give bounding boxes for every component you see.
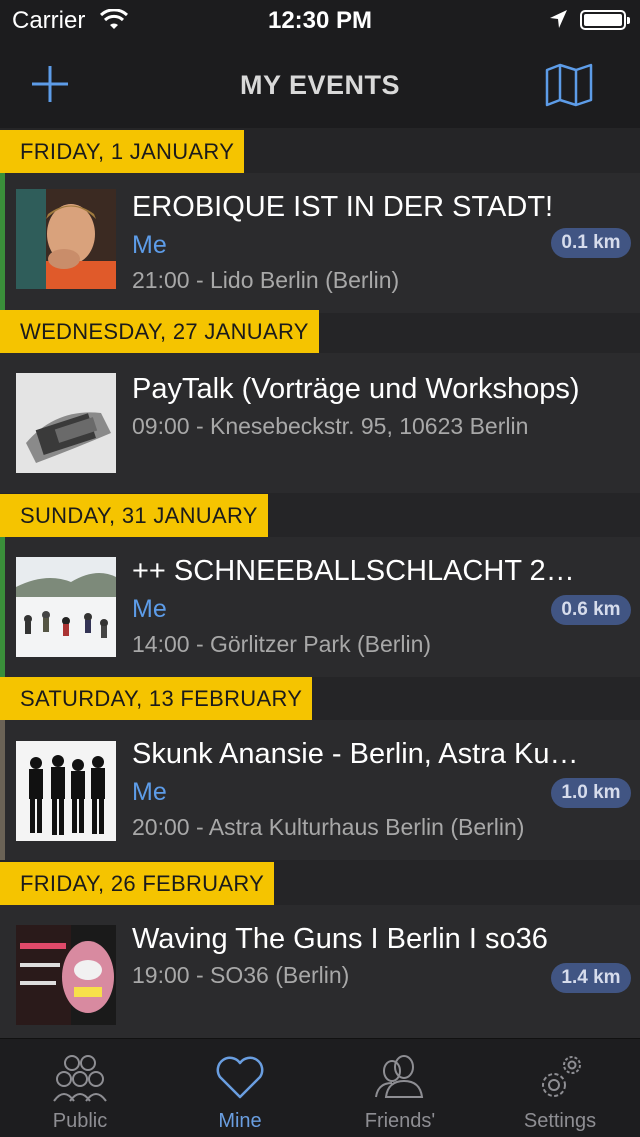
friends-icon	[370, 1051, 430, 1103]
event-thumbnail	[16, 373, 116, 473]
event-thumbnail	[16, 925, 116, 1025]
events-list[interactable]: FRIDAY, 1 JANUARY EROBIQUE IST IN DER ST…	[0, 128, 640, 1038]
event-host: Me	[132, 778, 167, 806]
event-time-location: 09:00 - Knesebeckstr. 95, 10623 Berlin	[132, 413, 529, 439]
heart-icon	[210, 1051, 270, 1103]
map-icon[interactable]	[544, 62, 594, 108]
distance-badge: 0.6 km	[551, 595, 631, 625]
tab-label: Mine	[218, 1110, 262, 1132]
status-time: 12:30 PM	[267, 7, 373, 34]
list-item[interactable]: Skunk Anansie - Berlin, Astra Kulturh...…	[0, 720, 640, 860]
accent-bar	[0, 173, 5, 313]
list-item[interactable]: ++ SCHNEEBALLSCHLACHT 2016 ++ Me 14:00 -…	[0, 537, 640, 677]
event-time-location: 14:00 - Görlitzer Park (Berlin)	[132, 631, 432, 657]
tab-bar: Public Mine Friends' Settings	[0, 1038, 640, 1137]
tab-mine[interactable]: Mine	[160, 1039, 320, 1137]
date-header: FRIDAY, 1 JANUARY	[0, 130, 245, 173]
list-item[interactable]: Waving The Guns I Berlin I so36 19:00 - …	[0, 905, 640, 1038]
date-header: FRIDAY, 26 FEBRUARY	[0, 862, 275, 905]
event-host: Me	[132, 231, 167, 259]
tab-friends[interactable]: Friends'	[320, 1039, 480, 1137]
distance-badge: 0.1 km	[551, 228, 631, 258]
tab-public[interactable]: Public	[0, 1039, 160, 1137]
event-host: Me	[132, 595, 167, 623]
status-bar: Carrier 12:30 PM	[0, 0, 640, 40]
tab-settings[interactable]: Settings	[480, 1039, 640, 1137]
event-title: ++ SCHNEEBALLSCHLACHT 2016 ++	[132, 555, 580, 587]
distance-badge: 1.4 km	[551, 963, 631, 993]
tab-label: Public	[52, 1110, 108, 1132]
event-thumbnail	[16, 189, 116, 289]
group-icon	[50, 1051, 110, 1103]
distance-badge: 1.0 km	[551, 778, 631, 808]
accent-bar	[0, 720, 5, 860]
tab-label: Settings	[523, 1110, 597, 1132]
nav-bar: MY EVENTS	[0, 40, 640, 128]
list-item[interactable]: PayTalk (Vorträge und Workshops) 09:00 -…	[0, 353, 640, 493]
location-arrow-icon	[548, 9, 568, 38]
list-item[interactable]: EROBIQUE IST IN DER STADT! Me 21:00 - Li…	[0, 173, 640, 313]
date-header: SATURDAY, 13 FEBRUARY	[0, 677, 313, 720]
tab-label: Friends'	[364, 1110, 436, 1132]
date-header: WEDNESDAY, 27 JANUARY	[0, 310, 319, 353]
event-time-location: 20:00 - Astra Kulturhaus Berlin (Berlin)	[132, 814, 525, 840]
event-title: Skunk Anansie - Berlin, Astra Kulturh...	[132, 738, 580, 770]
accent-bar	[0, 537, 5, 677]
event-time-location: 19:00 - SO36 (Berlin)	[132, 962, 350, 988]
event-title: EROBIQUE IST IN DER STADT!	[132, 191, 554, 223]
date-header: SUNDAY, 31 JANUARY	[0, 494, 268, 537]
gears-icon	[530, 1051, 590, 1103]
event-thumbnail	[16, 741, 116, 841]
event-title: PayTalk (Vorträge und Workshops)	[132, 373, 580, 405]
event-thumbnail	[16, 557, 116, 657]
event-time-location: 21:00 - Lido Berlin (Berlin)	[132, 267, 400, 293]
event-title: Waving The Guns I Berlin I so36	[132, 923, 548, 955]
battery-icon	[580, 10, 630, 30]
